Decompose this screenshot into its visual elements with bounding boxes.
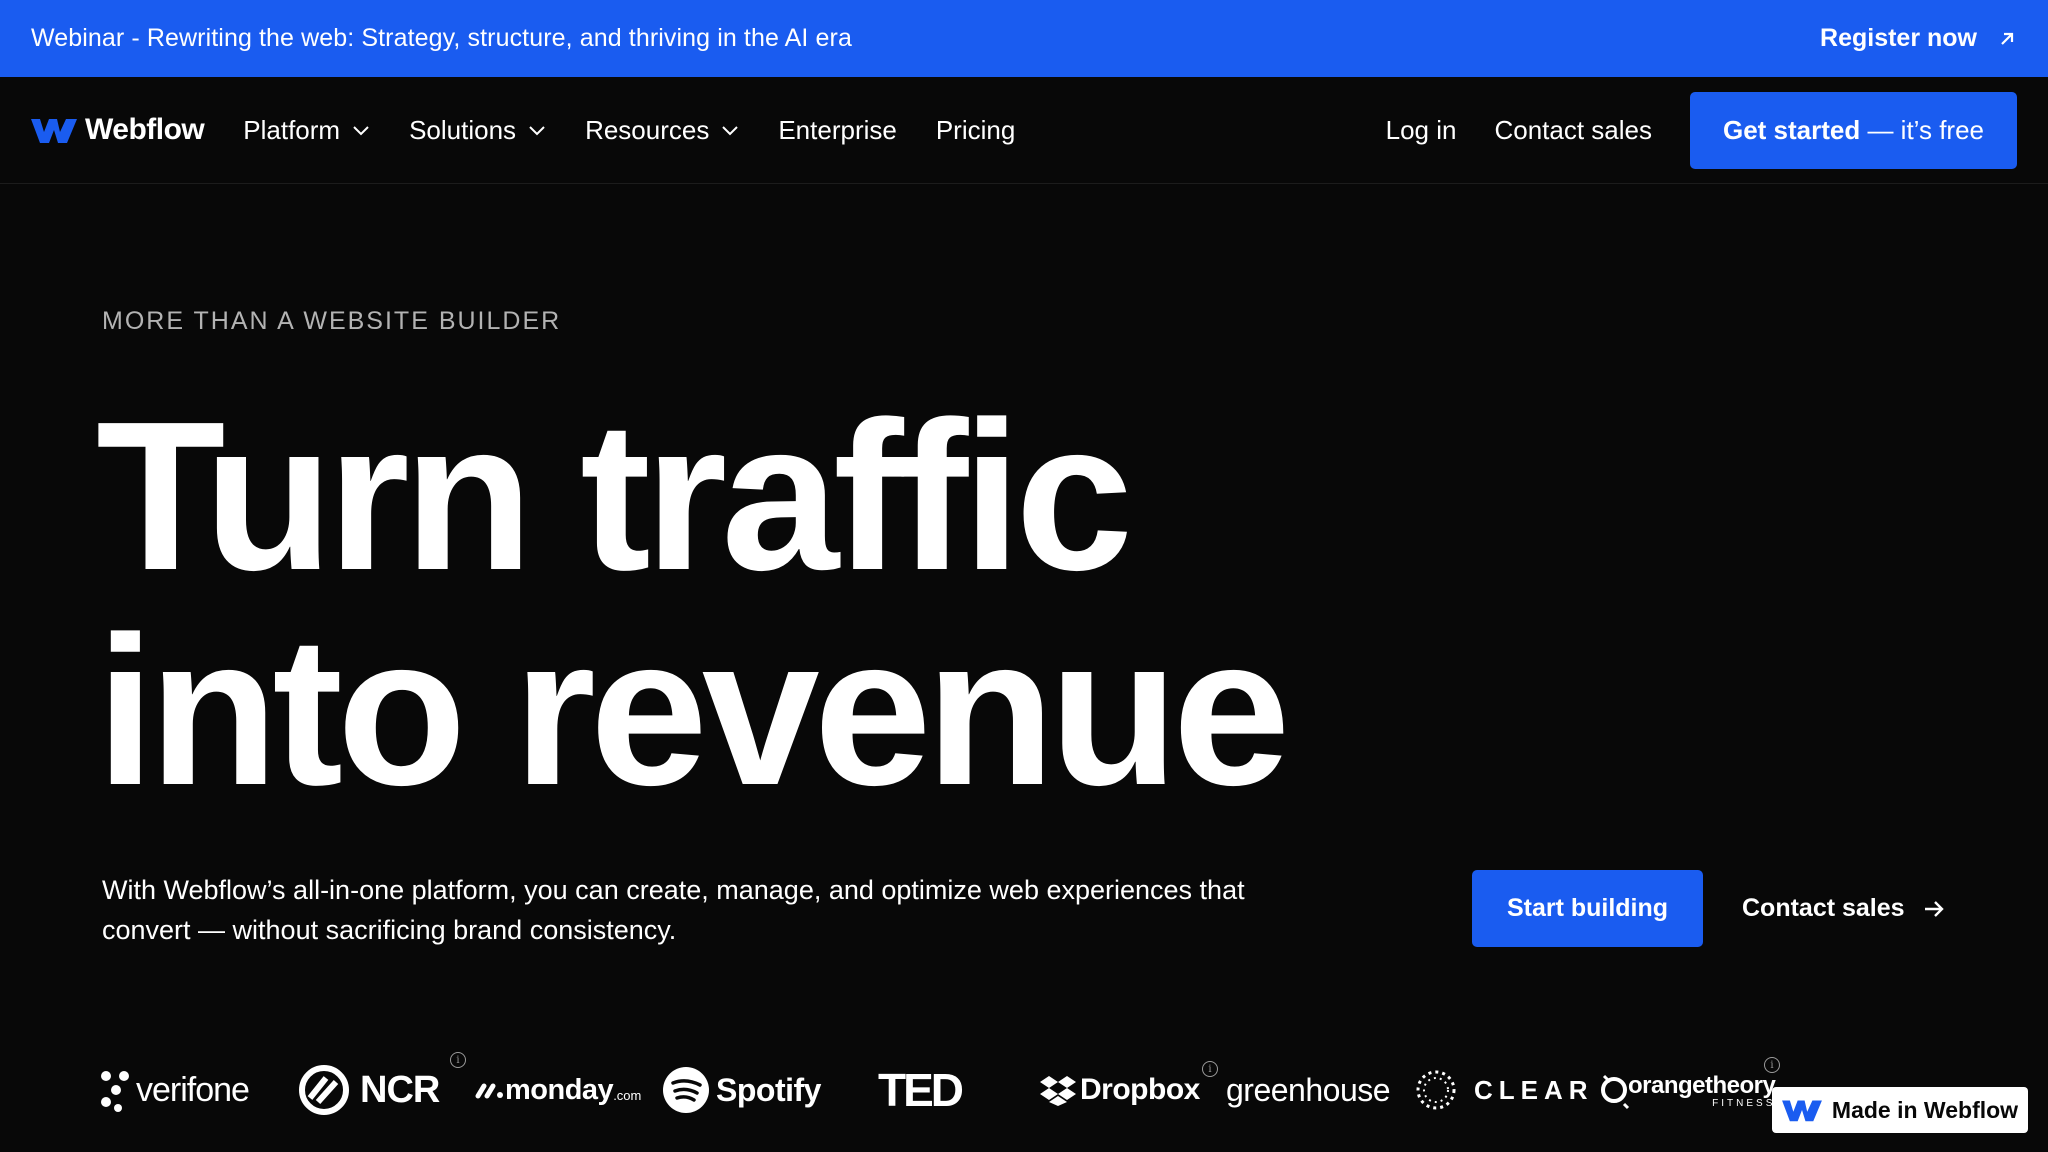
logo-dropbox: Dropbox (1040, 1050, 1200, 1130)
menu-item-label: Platform (243, 114, 341, 145)
logo-verifone: verifone (100, 1050, 250, 1130)
contact-sales-link[interactable]: Contact sales (1494, 115, 1652, 146)
get-started-suffix: — it’s free (1860, 114, 1985, 145)
hero-subtext: With Webflow’s all-in-one platform, you … (102, 875, 1245, 945)
logo-label: TED (878, 1064, 964, 1116)
logo-label: NCR (360, 1068, 440, 1111)
webflow-logo-icon (31, 119, 77, 143)
menu-item-solutions[interactable]: Solutions (409, 115, 546, 146)
menu-item-label: Pricing (935, 114, 1016, 145)
info-icon: i (1764, 1057, 1780, 1073)
logo-label: greenhouse (1226, 1071, 1391, 1108)
dropbox-icon (1040, 1076, 1076, 1106)
logo-clear: CLEAR (1414, 1050, 1594, 1130)
clear-circle-icon (1416, 1070, 1456, 1110)
info-icon: i (450, 1052, 466, 1068)
logo-ncr: NCR (288, 1050, 440, 1130)
made-in-webflow-badge[interactable]: Made in Webflow (1772, 1087, 2028, 1133)
menu-item-label: Solutions (409, 114, 517, 145)
logo-label: CLEAR (1474, 1074, 1594, 1105)
logo-greenhouse: greenhouse (1226, 1050, 1391, 1130)
top-navigation: Webflow Platform Solutions Resources Ent… (0, 77, 2048, 184)
login-link[interactable]: Log in (1386, 115, 1457, 146)
register-now-link[interactable]: Register now (1820, 24, 2017, 53)
menu-item-enterprise[interactable]: Enterprise (778, 115, 897, 146)
logo-orangetheory: orangetheory FITNESS (1600, 1050, 1776, 1130)
logo-label: monday (505, 1073, 614, 1106)
logo-label: verifone (136, 1070, 250, 1109)
arrow-right-icon (1924, 900, 1944, 917)
logo-label: Spotify (716, 1071, 821, 1108)
spotify-icon (663, 1067, 709, 1113)
info-icon: i (1202, 1061, 1218, 1077)
headline-line-1: Turn traffic (96, 377, 1133, 614)
menu-item-pricing[interactable]: Pricing (936, 115, 1015, 146)
chevron-down-icon (529, 126, 545, 136)
get-started-button[interactable]: Get started — it’s free (1690, 91, 2017, 169)
announcement-banner: Webinar - Rewriting the web: Strategy, s… (0, 0, 2048, 77)
webflow-logo[interactable]: Webflow (31, 113, 205, 147)
logo-ted: TED (878, 1050, 964, 1130)
main-menu: Platform Solutions Resources Enterprise … (243, 115, 1054, 146)
menu-item-label: Resources (585, 114, 710, 145)
logo-text: Webflow (85, 113, 205, 146)
logo-suffix: .com (613, 1087, 642, 1103)
logo-label: orangetheory (1628, 1071, 1776, 1099)
headline-line-2: into revenue (96, 592, 1291, 829)
hero-eyebrow: MORE THAN A WEBSITE BUILDER (102, 307, 562, 335)
banner-text: Webinar - Rewriting the web: Strategy, s… (31, 24, 852, 52)
verifone-dots-icon (101, 1071, 129, 1112)
orangetheory-icon (1601, 1074, 1630, 1110)
start-building-button[interactable]: Start building (1472, 870, 1703, 947)
hero-contact-sales-link[interactable]: Contact sales (1742, 870, 1945, 947)
chevron-down-icon (353, 126, 369, 136)
register-now-label: Register now (1820, 24, 1977, 52)
ncr-ring-icon (299, 1065, 349, 1115)
menu-item-label: Enterprise (778, 114, 897, 145)
arrow-up-right-icon (2001, 32, 2014, 45)
logo-label: Dropbox (1080, 1073, 1200, 1106)
logo-monday: monday .com (475, 1050, 641, 1130)
menu-item-resources[interactable]: Resources (585, 115, 739, 146)
logo-spotify: Spotify (662, 1050, 821, 1130)
menu-item-platform[interactable]: Platform (243, 115, 370, 146)
get-started-label: Get started (1722, 114, 1861, 145)
webflow-logo-icon (1781, 1100, 1822, 1122)
badge-label: Made in Webflow (1831, 1096, 2019, 1123)
hero-contact-sales-label: Contact sales (1742, 894, 1905, 922)
monday-marks-icon (475, 1083, 503, 1099)
chevron-down-icon (722, 126, 739, 136)
customer-logo-strip: verifone NCR i monday .com Spotify TED D… (100, 1050, 2000, 1130)
hero-headline: Turn traffic into revenue (96, 377, 1291, 829)
logo-sub: FITNESS (1712, 1097, 1776, 1109)
nav-actions: Log in Contact sales Get started — it’s … (1386, 91, 2017, 169)
